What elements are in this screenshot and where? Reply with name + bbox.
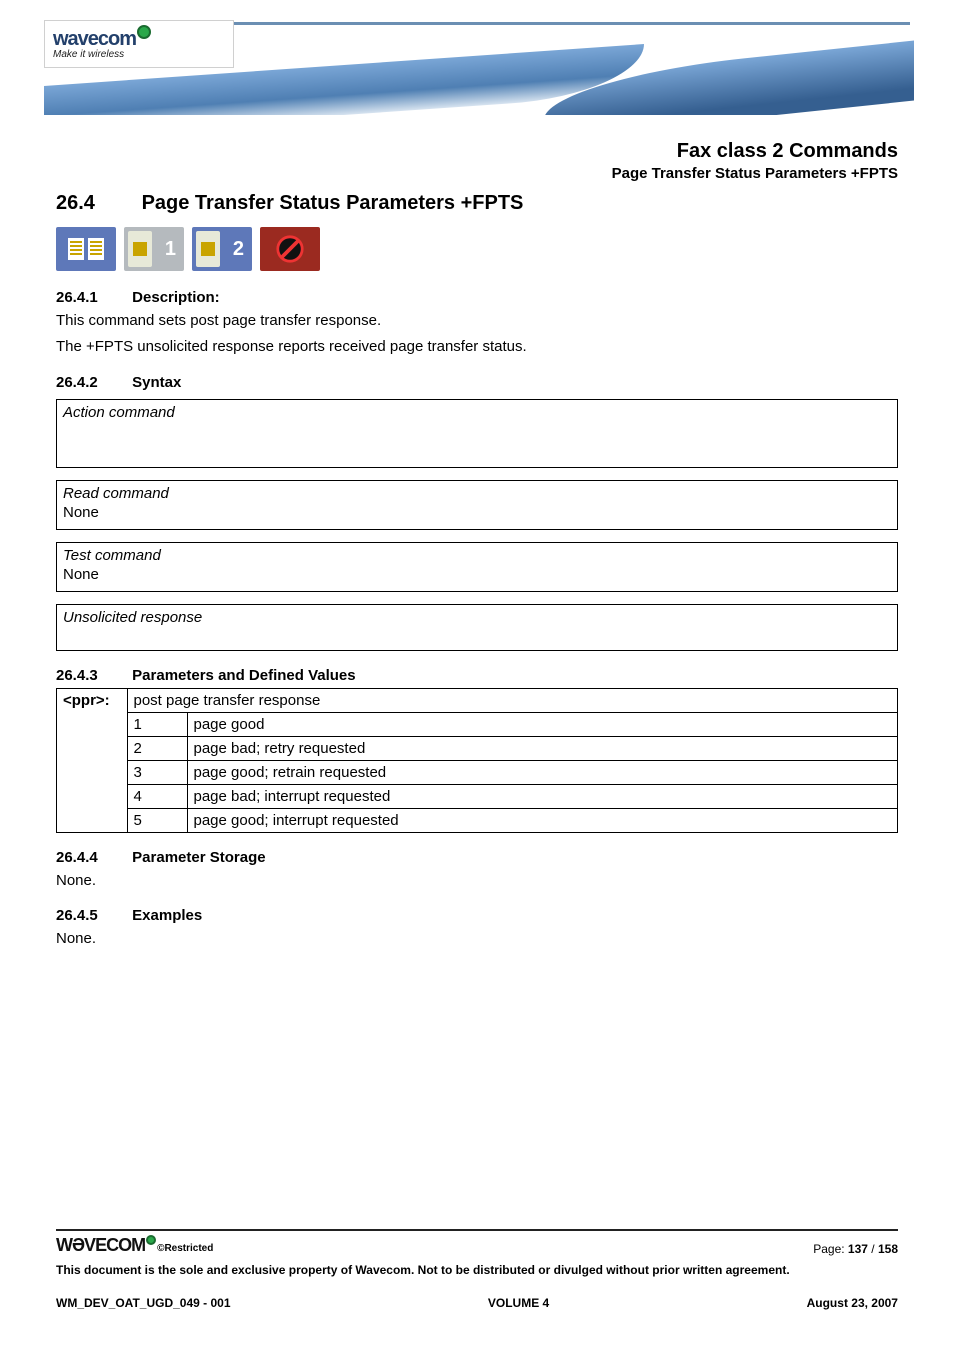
section-number: 26.4 bbox=[56, 192, 136, 215]
param-value: 3 bbox=[127, 760, 187, 784]
parameters-table: <ppr>: post page transfer response 1 pag… bbox=[56, 688, 898, 833]
prohibited-icon bbox=[260, 227, 320, 271]
logo-wordmark: wavecom bbox=[53, 28, 136, 51]
document-clip-icon bbox=[56, 227, 116, 271]
syntax-test-box: Test command None bbox=[56, 542, 898, 592]
subsection-description-heading: 26.4.1 Description: bbox=[56, 289, 898, 306]
syntax-unsolicited-box: Unsolicited response bbox=[56, 604, 898, 651]
logo: wavecom Make it wireless bbox=[44, 20, 234, 68]
table-row: 2 page bad; retry requested bbox=[57, 736, 897, 760]
param-header-desc: post page transfer response bbox=[127, 689, 897, 713]
page-footer: WƏVECOM ©Restricted Page: 137 / 158 This… bbox=[56, 1229, 898, 1310]
param-value: 1 bbox=[127, 712, 187, 736]
syntax-action-label: Action command bbox=[63, 404, 891, 421]
footer-volume: VOLUME 4 bbox=[488, 1296, 549, 1310]
logo-tagline: Make it wireless bbox=[53, 49, 233, 60]
table-row: 3 page good; retrain requested bbox=[57, 760, 897, 784]
footer-docid: WM_DEV_OAT_UGD_049 - 001 bbox=[56, 1296, 231, 1310]
syntax-read-label: Read command bbox=[63, 485, 891, 502]
param-value: 5 bbox=[127, 808, 187, 832]
subsection-syntax-heading: 26.4.2 Syntax bbox=[56, 374, 898, 391]
sim-2-number: 2 bbox=[233, 238, 244, 261]
examples-text: None. bbox=[56, 928, 898, 950]
page-number: Page: 137 / 158 bbox=[813, 1242, 898, 1256]
sim-2-icon: 2 bbox=[192, 227, 252, 271]
footer-logo: WƏVECOM ©Restricted bbox=[56, 1235, 213, 1256]
param-desc: page bad; interrupt requested bbox=[187, 784, 897, 808]
table-row: 1 page good bbox=[57, 712, 897, 736]
footer-disclaimer: This document is the sole and exclusive … bbox=[56, 1262, 898, 1278]
storage-text: None. bbox=[56, 870, 898, 892]
footer-date: August 23, 2007 bbox=[807, 1296, 898, 1310]
subsection-examples-heading: 26.4.5 Examples bbox=[56, 907, 898, 924]
sim-1-number: 1 bbox=[165, 238, 176, 261]
footer-logo-mark-icon bbox=[146, 1235, 156, 1245]
param-desc: page bad; retry requested bbox=[187, 736, 897, 760]
param-name: <ppr>: bbox=[57, 689, 127, 832]
syntax-test-value: None bbox=[63, 566, 891, 583]
param-desc: page good bbox=[187, 712, 897, 736]
section-title: Page Transfer Status Parameters +FPTS bbox=[56, 165, 898, 182]
syntax-read-value: None bbox=[63, 504, 891, 521]
icon-strip: 1 2 bbox=[56, 227, 898, 271]
logo-mark-icon bbox=[137, 25, 151, 39]
footer-logo-wordmark: WƏVECOM bbox=[56, 1235, 145, 1256]
subsection-params-heading: 26.4.3 Parameters and Defined Values bbox=[56, 667, 898, 684]
table-row: <ppr>: post page transfer response bbox=[57, 689, 897, 713]
syntax-action-box: Action command bbox=[56, 399, 898, 468]
description-line-2: The +FPTS unsolicited response reports r… bbox=[56, 336, 898, 358]
sim-1-icon: 1 bbox=[124, 227, 184, 271]
header-banner: wavecom Make it wireless bbox=[0, 0, 954, 130]
param-value: 4 bbox=[127, 784, 187, 808]
syntax-unsolicited-label: Unsolicited response bbox=[63, 609, 891, 626]
syntax-read-box: Read command None bbox=[56, 480, 898, 530]
description-line-1: This command sets post page transfer res… bbox=[56, 310, 898, 332]
table-row: 4 page bad; interrupt requested bbox=[57, 784, 897, 808]
chapter-title: Fax class 2 Commands bbox=[56, 140, 898, 163]
param-desc: page good; retrain requested bbox=[187, 760, 897, 784]
footer-restricted: ©Restricted bbox=[157, 1243, 213, 1254]
page-title-block: Fax class 2 Commands Page Transfer Statu… bbox=[56, 140, 898, 182]
syntax-test-label: Test command bbox=[63, 547, 891, 564]
param-desc: page good; interrupt requested bbox=[187, 808, 897, 832]
param-value: 2 bbox=[127, 736, 187, 760]
section-heading: 26.4 Page Transfer Status Parameters +FP… bbox=[56, 192, 898, 215]
table-row: 5 page good; interrupt requested bbox=[57, 808, 897, 832]
subsection-storage-heading: 26.4.4 Parameter Storage bbox=[56, 849, 898, 866]
section-heading-text: Page Transfer Status Parameters +FPTS bbox=[142, 192, 524, 214]
